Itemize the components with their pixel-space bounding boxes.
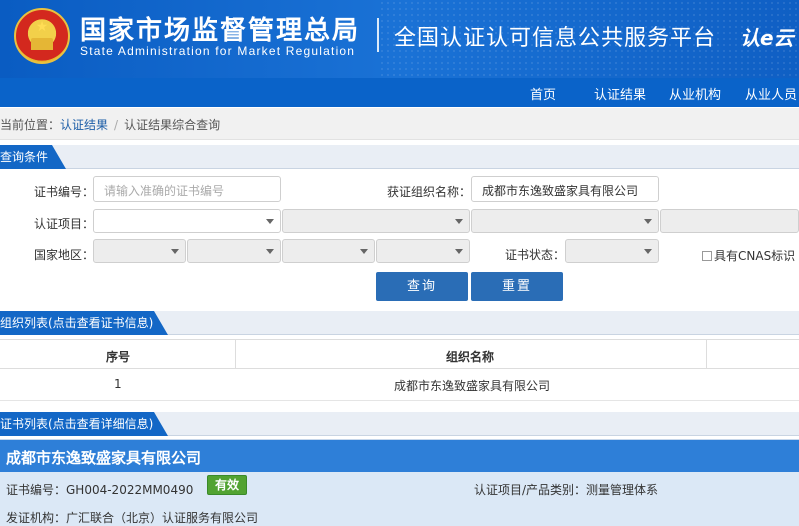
project-label: 认证项目： xyxy=(34,217,95,231)
region-select-4[interactable] xyxy=(376,239,470,263)
national-emblem-icon: ★ xyxy=(14,8,70,64)
agency-title-cn: 国家市场监督管理总局 xyxy=(80,16,361,46)
site-header: ★ 国家市场监督管理总局 State Administration for Ma… xyxy=(0,0,799,78)
cnas-label: 具有CNAS标识 xyxy=(714,249,796,263)
gate-icon xyxy=(31,38,53,50)
region-select-2[interactable] xyxy=(187,239,281,263)
cert-card[interactable]: 成都市东逸致盛家具有限公司 证书编号：GH004-2022MM0490 有效 认… xyxy=(0,439,799,526)
org-table-header: 序号 组织名称 xyxy=(0,339,799,370)
header-divider xyxy=(377,18,379,52)
renyun-logo: 认e云 xyxy=(740,26,794,50)
cert-card-header: 成都市东逸致盛家具有限公司 xyxy=(0,440,799,472)
cert-no-input[interactable]: 请输入准确的证书编号 xyxy=(93,176,281,202)
agency-title-en: State Administration for Market Regulati… xyxy=(80,44,356,58)
breadcrumb-link[interactable]: 认证结果 xyxy=(60,118,108,132)
cert-no-label: 证书编号： xyxy=(34,185,95,199)
cert-category: 认证项目/产品类别：测量管理体系 xyxy=(474,483,659,497)
cert-list-section-bar: 证书列表(点击查看详细信息) xyxy=(0,412,799,436)
nav-item-cert-results[interactable]: 认证结果 xyxy=(594,84,646,103)
nav-item-personnel[interactable]: 从业人员 xyxy=(745,84,797,103)
row-index: 1 xyxy=(114,377,122,391)
region-select-3[interactable] xyxy=(282,239,375,263)
cert-number: 证书编号：GH004-2022MM0490 xyxy=(6,483,194,497)
chevron-down-icon xyxy=(266,219,274,224)
org-name-label: 获证组织名称： xyxy=(387,185,472,199)
nav-item-institutions[interactable]: 从业机构 xyxy=(669,84,721,103)
project-select-4[interactable] xyxy=(660,209,799,233)
project-select-1[interactable] xyxy=(93,209,281,233)
chevron-down-icon xyxy=(360,249,368,254)
project-select-3[interactable] xyxy=(471,209,659,233)
row-org-name[interactable]: 成都市东逸致盛家具有限公司 xyxy=(394,377,550,394)
reset-button[interactable]: 重置 xyxy=(471,272,563,301)
platform-title: 全国认证认可信息公共服务平台 xyxy=(394,26,717,51)
chevron-down-icon xyxy=(171,249,179,254)
column-divider xyxy=(235,340,236,370)
nav-item-home[interactable]: 首页 xyxy=(530,84,556,103)
query-section-title: 查询条件 xyxy=(0,145,66,169)
breadcrumb: 当前位置：认证结果 / 认证结果综合查询 xyxy=(0,108,799,140)
chevron-down-icon xyxy=(644,249,652,254)
breadcrumb-current: 认证结果综合查询 xyxy=(124,118,221,132)
col-org-name-header: 组织名称 xyxy=(446,350,495,364)
chevron-down-icon xyxy=(644,219,652,224)
column-divider xyxy=(706,340,707,370)
region-select-1[interactable] xyxy=(93,239,186,263)
star-icon: ★ xyxy=(35,19,49,35)
cert-issuer: 发证机构：广汇联合（北京）认证服务有限公司 xyxy=(6,511,259,525)
query-section-bar: 查询条件 xyxy=(0,145,799,169)
status-label: 证书状态： xyxy=(505,248,566,262)
cert-list-section-title: 证书列表(点击查看详细信息) xyxy=(0,412,168,436)
status-select[interactable] xyxy=(565,239,659,263)
cnas-checkbox[interactable]: 具有CNAS标识 xyxy=(702,247,795,264)
search-button[interactable]: 查询 xyxy=(376,272,468,301)
breadcrumb-prefix: 当前位置： xyxy=(0,118,61,132)
org-list-section-bar: 组织列表(点击查看证书信息) xyxy=(0,311,799,335)
col-index-header: 序号 xyxy=(106,350,131,364)
checkbox-icon[interactable] xyxy=(702,251,712,261)
region-label: 国家地区： xyxy=(34,248,95,262)
org-list-section-title: 组织列表(点击查看证书信息) xyxy=(0,311,168,335)
cert-org-name[interactable]: 成都市东逸致盛家具有限公司 xyxy=(6,447,201,468)
chevron-down-icon xyxy=(455,249,463,254)
table-row[interactable]: 1 成都市东逸致盛家具有限公司 xyxy=(0,369,799,401)
project-select-2[interactable] xyxy=(282,209,470,233)
chevron-down-icon xyxy=(455,219,463,224)
chevron-down-icon xyxy=(266,249,274,254)
breadcrumb-separator: / xyxy=(114,118,119,132)
org-name-input[interactable]: 成都市东逸致盛家具有限公司 xyxy=(471,176,659,202)
status-badge: 有效 xyxy=(207,475,247,495)
main-nav: 首页 认证结果 从业机构 从业人员 xyxy=(0,78,799,107)
